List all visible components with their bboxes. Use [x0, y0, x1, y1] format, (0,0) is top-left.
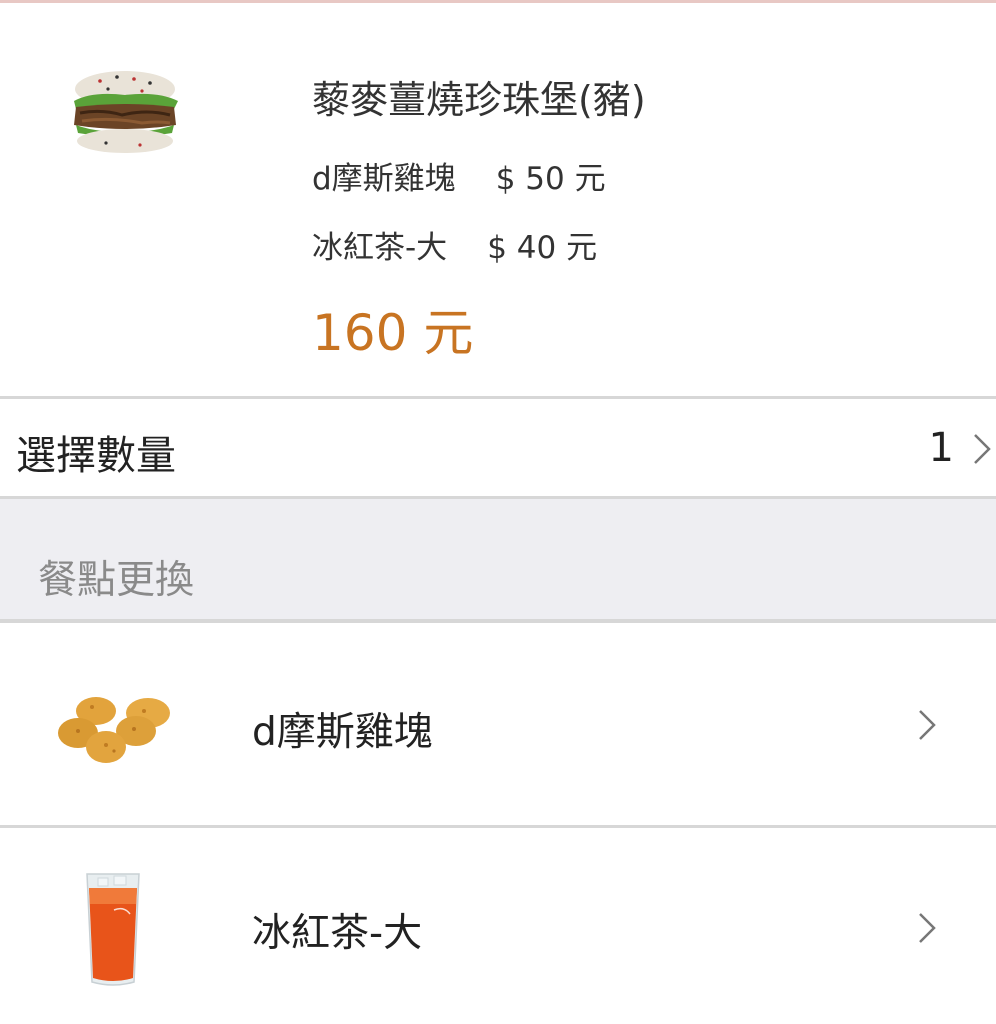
nuggets-image	[58, 697, 170, 763]
quantity-label: 選擇數量	[16, 433, 176, 479]
side-item-name: d摩斯雞塊	[312, 161, 456, 197]
section-label: 餐點更換	[38, 558, 195, 603]
chevron-right-icon	[919, 710, 936, 740]
section-header-meal-change: 餐點更換	[0, 499, 996, 619]
side-item-name: 冰紅茶-大	[312, 230, 448, 266]
list-item-label: 冰紅茶-大	[252, 911, 423, 956]
list-item-iced-tea[interactable]: 冰紅茶-大	[0, 828, 996, 1024]
side-item-nuggets: d摩斯雞塊 $ 50 元	[312, 153, 606, 198]
total-price: 160 元	[312, 304, 474, 362]
side-item-price: $ 50 元	[495, 161, 606, 197]
quantity-selector[interactable]: 選擇數量 1	[0, 399, 996, 496]
product-header: 藜麥薑燒珍珠堡(豬) d摩斯雞塊 $ 50 元 冰紅茶-大 $ 40 元 160 元	[0, 3, 996, 396]
side-item-tea: 冰紅茶-大 $ 40 元	[312, 222, 597, 267]
product-title: 藜麥薑燒珍珠堡(豬)	[312, 78, 646, 122]
list-item-label: d摩斯雞塊	[252, 710, 433, 755]
burger-image	[74, 71, 178, 153]
list-item-nuggets[interactable]: d摩斯雞塊	[0, 623, 996, 825]
iced-tea-image	[86, 873, 140, 986]
quantity-value: 1	[928, 425, 954, 471]
side-item-price: $ 40 元	[487, 230, 598, 266]
chevron-right-icon	[919, 913, 936, 943]
chevron-right-icon	[974, 434, 991, 464]
